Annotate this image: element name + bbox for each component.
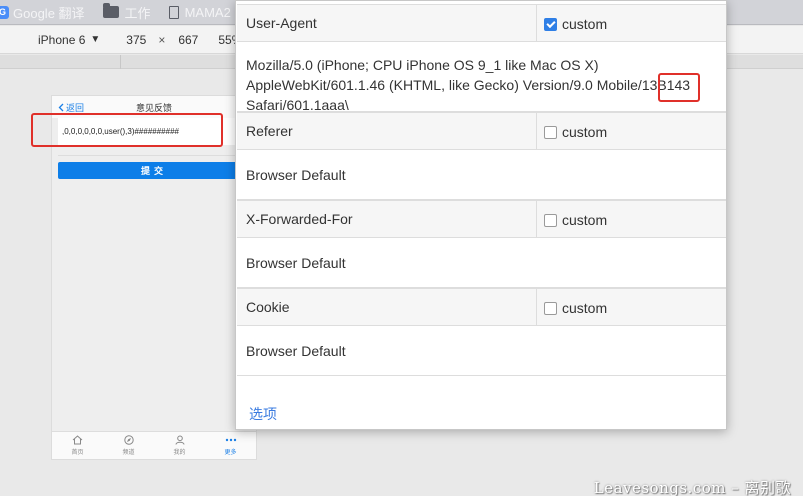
header-value-text: Browser Default <box>246 255 346 271</box>
header-value-text: Browser Default <box>246 167 346 183</box>
tab-label: 我的 <box>173 450 186 456</box>
checkbox-checked-icon <box>544 17 557 31</box>
document-icon <box>168 5 179 19</box>
user-agent-value: Mozilla/5.0 (iPhone; CPU iPhone OS 9_1 l… <box>246 57 691 113</box>
folder-icon <box>102 3 119 18</box>
header-name: Cookie <box>246 299 290 315</box>
tab-home[interactable]: 首页 <box>52 432 103 459</box>
caret-down-icon: ▼ <box>90 34 101 45</box>
compass-icon <box>123 435 134 445</box>
bookmark-mama2[interactable]: MAMA2 <box>168 4 231 20</box>
back-button[interactable]: 返回 <box>58 101 84 114</box>
header-override-popup: User-Agent custom Mozilla/5.0 (iPhone; C… <box>235 0 727 430</box>
annotation-highlight-input <box>31 113 223 147</box>
custom-checkbox-cookie[interactable]: custom <box>544 300 607 316</box>
header-value-cookie[interactable]: Browser Default <box>237 326 726 376</box>
viewport-height[interactable]: 667 <box>178 33 198 47</box>
divider <box>58 155 250 156</box>
tab-label: 频道 <box>122 450 135 456</box>
checkbox-icon <box>544 125 557 139</box>
chevron-left-icon <box>58 103 64 111</box>
bookmark-folder-work[interactable]: 工作 <box>102 3 151 22</box>
tab-channel[interactable]: 频道 <box>103 432 154 459</box>
device-name: iPhone 6 <box>38 32 86 47</box>
custom-label: custom <box>562 124 608 140</box>
bookmark-label: 工作 <box>124 5 151 21</box>
tab-label: 更多 <box>224 450 237 456</box>
watermark: Leavesongs.com – 离别歌 <box>593 479 791 496</box>
header-name: Referer <box>246 123 293 139</box>
device-select[interactable]: iPhone 6 ▼ <box>38 33 100 47</box>
custom-checkbox-user-agent[interactable]: custom <box>544 16 607 32</box>
viewport-width[interactable]: 375 <box>126 33 146 47</box>
emulated-phone-page: 返回 意见反馈 ,0,0,0,0,0,0,user(),3)##########… <box>51 95 257 460</box>
header-row-x-forwarded-for: X-Forwarded-For custom <box>237 200 726 238</box>
header-row-user-agent: User-Agent custom <box>237 4 726 42</box>
back-label: 返回 <box>66 102 85 113</box>
header-value-text: Browser Default <box>246 343 346 359</box>
dimension-separator: × <box>158 32 166 47</box>
header-name: User-Agent <box>246 15 317 31</box>
tab-mine[interactable]: 我的 <box>154 432 205 459</box>
custom-checkbox-referer[interactable]: custom <box>544 124 607 140</box>
checkbox-icon <box>544 301 557 315</box>
user-agent-injected: aaa\ <box>321 97 349 113</box>
custom-label: custom <box>562 300 608 316</box>
header-value-referer[interactable]: Browser Default <box>237 150 726 200</box>
tab-more[interactable]: 更多 <box>205 432 256 459</box>
header-value-x-forwarded-for[interactable]: Browser Default <box>237 238 726 288</box>
submit-button[interactable]: 提交 <box>58 162 250 179</box>
user-icon <box>175 435 184 445</box>
tab-bar: 首页 频道 我的 更多 <box>52 431 256 459</box>
more-dots-icon <box>225 438 236 442</box>
checkbox-icon <box>544 213 557 227</box>
custom-label: custom <box>562 16 608 32</box>
options-link[interactable]: 选项 <box>249 404 277 424</box>
header-row-cookie: Cookie custom <box>237 288 726 326</box>
bookmark-label: Google 翻译 <box>13 5 85 21</box>
header-row-referer: Referer custom <box>237 112 726 150</box>
header-name: X-Forwarded-For <box>246 211 353 227</box>
custom-label: custom <box>562 212 608 228</box>
home-icon <box>72 435 83 445</box>
header-value-text: Mozilla/5.0 (iPhone; CPU iPhone OS 9_1 l… <box>246 55 722 115</box>
bookmark-google-translate[interactable]: G Google 翻译 <box>0 3 85 22</box>
custom-checkbox-x-forwarded-for[interactable]: custom <box>544 212 607 228</box>
annotation-highlight-ua <box>658 73 700 102</box>
bookmark-label: MAMA2 <box>184 4 231 20</box>
google-translate-icon: G <box>0 5 9 19</box>
header-value-user-agent[interactable]: Mozilla/5.0 (iPhone; CPU iPhone OS 9_1 l… <box>237 42 726 115</box>
tab-label: 首页 <box>71 450 84 456</box>
